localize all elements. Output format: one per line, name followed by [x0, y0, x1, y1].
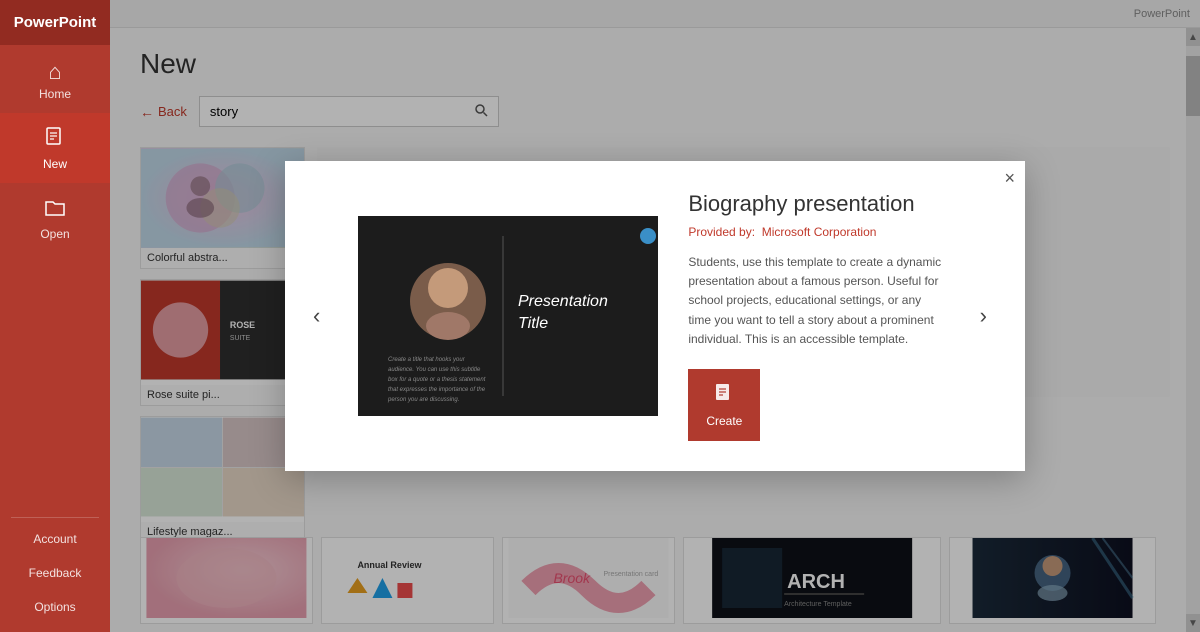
modal-provider-name: Microsoft Corporation	[762, 225, 877, 239]
home-icon: ⌂	[48, 61, 61, 83]
create-icon	[713, 382, 735, 410]
modal-provider-label: Provided by:	[688, 225, 755, 239]
svg-text:Presentation: Presentation	[518, 293, 608, 310]
template-detail-modal: × ‹ Presentation Ti	[285, 161, 1025, 471]
svg-text:that expresses the importance: that expresses the importance of the	[388, 387, 486, 393]
sidebar-item-new[interactable]: New	[0, 113, 110, 183]
svg-text:Create a title that hooks your: Create a title that hooks your	[388, 357, 466, 363]
sidebar-label-home: Home	[39, 87, 71, 101]
modal-description: Students, use this template to create a …	[688, 253, 941, 349]
template-preview: Presentation Title Create a title that h…	[358, 216, 658, 416]
svg-text:box for a quote or a thesis st: box for a quote or a thesis statement	[388, 377, 486, 383]
modal-next-button[interactable]: ›	[972, 295, 995, 337]
sidebar-footer: Account Feedback Options	[0, 513, 110, 632]
create-button[interactable]: Create	[688, 369, 760, 441]
svg-text:person you are discussing.: person you are discussing.	[387, 397, 459, 403]
app-brand: PowerPoint	[0, 0, 110, 45]
modal-close-button[interactable]: ×	[1004, 169, 1015, 187]
sidebar-divider	[11, 517, 99, 518]
modal-provider: Provided by: Microsoft Corporation	[688, 225, 941, 239]
sidebar-item-open[interactable]: Open	[0, 183, 110, 253]
sidebar-item-feedback[interactable]: Feedback	[0, 556, 110, 590]
svg-text:Title: Title	[518, 315, 548, 332]
sidebar-nav: ⌂ Home New Open	[0, 45, 110, 513]
modal-template-title: Biography presentation	[688, 191, 941, 217]
new-icon	[43, 125, 67, 153]
modal-overlay: × ‹ Presentation Ti	[110, 0, 1200, 632]
sidebar-label-new: New	[43, 157, 67, 171]
create-label: Create	[706, 414, 742, 428]
sidebar-label-open: Open	[40, 227, 69, 241]
open-icon	[43, 195, 67, 223]
sidebar: PowerPoint ⌂ Home New Open	[0, 0, 110, 632]
sidebar-item-account[interactable]: Account	[0, 522, 110, 556]
modal-body: ‹ Presentation Title	[285, 161, 1025, 471]
sidebar-item-options[interactable]: Options	[0, 590, 110, 624]
main-content: PowerPoint New ← Back	[110, 0, 1200, 632]
sidebar-item-home[interactable]: ⌂ Home	[0, 49, 110, 113]
svg-text:audience. You can use this sub: audience. You can use this subtitle	[388, 367, 481, 373]
modal-prev-button[interactable]: ‹	[305, 295, 328, 337]
modal-info: Biography presentation Provided by: Micr…	[688, 191, 941, 441]
